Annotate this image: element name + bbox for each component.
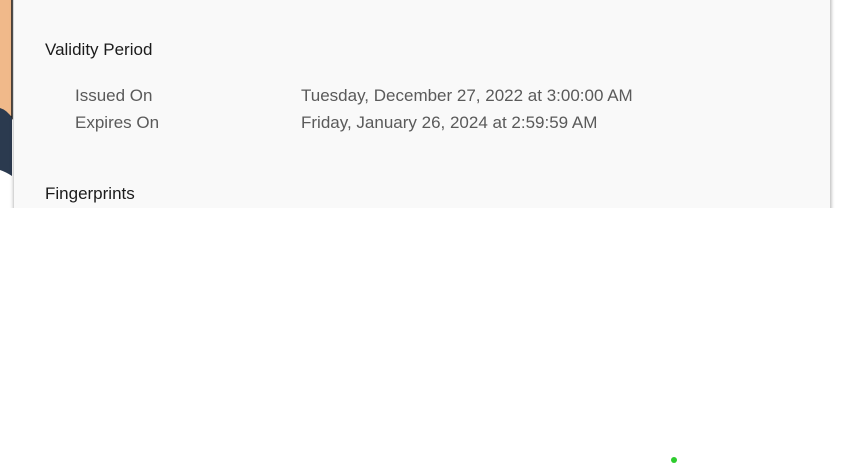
expires-on-value: Friday, January 26, 2024 at 2:59:59 AM xyxy=(301,113,598,132)
issued-on-value: Tuesday, December 27, 2022 at 3:00:00 AM xyxy=(301,86,633,105)
issued-on-label: Issued On xyxy=(75,86,153,105)
status-dot-icon xyxy=(671,457,677,463)
certificate-viewer-area: Validity Period Issued On Tuesday, Decem… xyxy=(0,0,856,208)
fingerprints-heading: Fingerprints xyxy=(45,184,135,203)
validity-period-heading: Validity Period xyxy=(45,40,153,59)
expires-on-label: Expires On xyxy=(75,113,160,132)
avatar-clothing xyxy=(0,108,12,176)
window-viewport: Validity Period Issued On Tuesday, Decem… xyxy=(0,0,856,465)
certificate-details-panel: Validity Period Issued On Tuesday, Decem… xyxy=(13,0,831,208)
avatar-skin xyxy=(0,0,12,118)
